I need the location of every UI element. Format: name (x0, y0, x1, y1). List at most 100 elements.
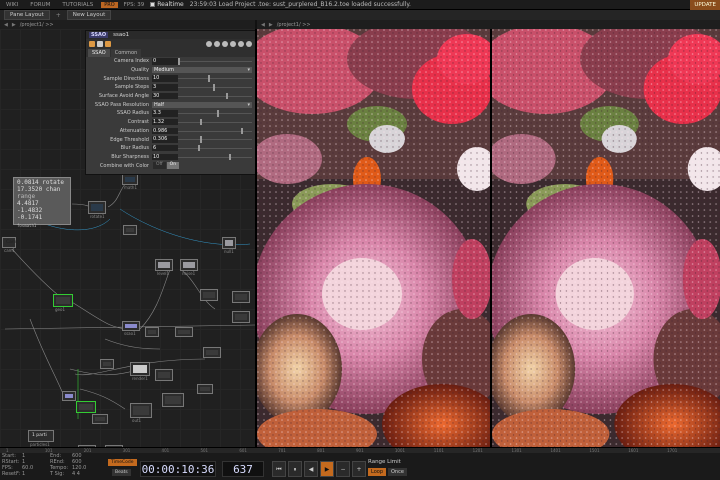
param-value-field[interactable]: 10 (152, 153, 178, 161)
timecode-mode-button[interactable]: TimeCode (108, 459, 137, 466)
network-node[interactable]: out1 (130, 403, 152, 423)
forward-arrow-icon[interactable]: ▶ (12, 22, 16, 28)
network-node[interactable]: noise1 (180, 259, 198, 276)
network-node[interactable] (92, 414, 108, 424)
network-node[interactable]: level1 (155, 259, 173, 276)
network-node[interactable] (155, 369, 173, 381)
tsig-value[interactable]: 4 4 (72, 471, 80, 477)
network-node[interactable] (123, 225, 137, 235)
timecode-display[interactable]: 00:00:10:36 (140, 461, 216, 477)
param-slider[interactable] (178, 58, 252, 65)
network-node[interactable] (162, 393, 184, 407)
close-icon[interactable] (246, 41, 252, 47)
network-node[interactable] (100, 359, 114, 369)
param-value-field[interactable]: 30 (152, 92, 178, 100)
network-node[interactable]: Cam cam1 (2, 237, 16, 253)
menu-wiki[interactable]: WIKI (0, 2, 24, 8)
right-viewer[interactable] (492, 29, 720, 447)
network-node[interactable] (200, 289, 218, 301)
realtime-toggle[interactable]: Realtime (150, 1, 184, 8)
viewer-back-arrow-icon[interactable]: ◀ (261, 22, 265, 28)
param-slider[interactable] (178, 118, 252, 126)
resetf-value[interactable]: 1 (22, 471, 25, 477)
param-value-field[interactable]: 0.306 (152, 136, 178, 143)
slider-handle[interactable] (200, 136, 203, 143)
param-value-field[interactable]: 3 (152, 84, 178, 91)
slider-handle[interactable] (207, 75, 210, 82)
param-slider[interactable] (178, 144, 252, 152)
param-value-field[interactable]: 0.986 (152, 127, 178, 135)
left-viewer[interactable] (257, 29, 490, 447)
tab-pane-layout[interactable]: Pane Layout (4, 10, 50, 20)
param-slider[interactable] (178, 75, 252, 82)
toggle-option[interactable]: Off (153, 162, 166, 169)
param-value-field[interactable]: 3.3 (152, 110, 178, 117)
toggle-option[interactable]: On (166, 162, 180, 169)
back-arrow-icon[interactable]: ◀ (4, 22, 8, 28)
network-node[interactable]: ssao1 (122, 321, 140, 336)
play-icon[interactable]: ▶ (320, 461, 334, 477)
slider-handle[interactable] (178, 58, 180, 65)
settings-icon[interactable] (238, 41, 244, 47)
param-value-field[interactable]: 10 (152, 75, 178, 82)
menu-tutorials[interactable]: TUTORIALS (56, 2, 99, 8)
help-icon[interactable] (230, 41, 236, 47)
range-loop-button[interactable]: Loop (368, 468, 386, 476)
python-icon[interactable] (89, 41, 95, 47)
param-slider[interactable] (178, 127, 252, 135)
add-layout-icon[interactable]: + (56, 12, 61, 19)
param-slider[interactable] (178, 136, 252, 143)
viewer-path[interactable]: /project1/ >> (277, 22, 311, 28)
slider-handle[interactable] (216, 110, 219, 117)
param-value-field[interactable]: 6 (152, 144, 178, 152)
bypass-icon[interactable] (105, 41, 111, 47)
network-node[interactable]: geo1 (53, 294, 73, 312)
param-menu[interactable]: Half (152, 101, 252, 109)
network-node[interactable] (232, 291, 250, 303)
network-node[interactable] (62, 391, 76, 401)
math-chop-display[interactable]: 0.0814 rotate 17.3520 chan range 4.4817 … (13, 177, 71, 228)
step-minus-icon[interactable]: − (336, 461, 350, 477)
network-node[interactable]: render1 (130, 362, 150, 381)
viewer-forward-arrow-icon[interactable]: ▶ (269, 22, 273, 28)
param-menu[interactable]: Medium (152, 66, 252, 74)
operator-name[interactable]: ssao1 (113, 32, 129, 38)
viewer-icon[interactable] (222, 41, 228, 47)
network-node[interactable]: rotate1 (88, 201, 106, 219)
slider-handle[interactable] (197, 144, 200, 152)
menu-forum[interactable]: FORUM (24, 2, 56, 8)
param-toggle[interactable]: Off On (153, 162, 180, 169)
range-once-button[interactable]: Once (388, 468, 407, 476)
step-back-icon[interactable]: ◀ (304, 461, 318, 477)
network-node[interactable]: null1 (222, 237, 236, 254)
network-node[interactable] (232, 311, 250, 323)
network-node[interactable]: 1 parti particles1 (28, 430, 54, 447)
realtime-checkbox[interactable] (150, 2, 156, 7)
tab-common[interactable]: Common (110, 49, 142, 57)
param-slider[interactable] (178, 84, 252, 91)
network-node[interactable] (175, 327, 193, 337)
beats-mode-button[interactable]: Beats (112, 469, 131, 476)
network-node[interactable] (197, 384, 213, 394)
ssao-parameter-dialog[interactable]: SSAO ssao1 SSAO Common Camera Index 0 Qual… (85, 30, 256, 175)
network-node[interactable] (76, 401, 96, 413)
slider-handle[interactable] (241, 127, 244, 135)
param-value-field[interactable]: 0 (152, 58, 178, 65)
slider-handle[interactable] (225, 92, 228, 100)
param-slider[interactable] (178, 110, 252, 117)
pin-icon[interactable] (206, 41, 212, 47)
slider-handle[interactable] (200, 118, 203, 126)
slider-handle[interactable] (228, 153, 231, 161)
update-button[interactable]: UPDATE (690, 0, 720, 10)
param-slider[interactable] (178, 153, 252, 161)
frame-display[interactable]: 637 (222, 461, 264, 477)
network-node[interactable]: math1 (122, 174, 138, 190)
network-node[interactable] (203, 347, 221, 358)
step-plus-icon[interactable]: + (352, 461, 366, 477)
network-path[interactable]: /project1/ >> (20, 22, 54, 28)
param-slider[interactable] (178, 92, 252, 100)
param-value-field[interactable]: 1.32 (152, 118, 178, 126)
rewind-icon[interactable]: ⏮ (272, 461, 286, 477)
tab-ssao[interactable]: SSAO (88, 49, 110, 57)
slider-handle[interactable] (213, 84, 216, 91)
